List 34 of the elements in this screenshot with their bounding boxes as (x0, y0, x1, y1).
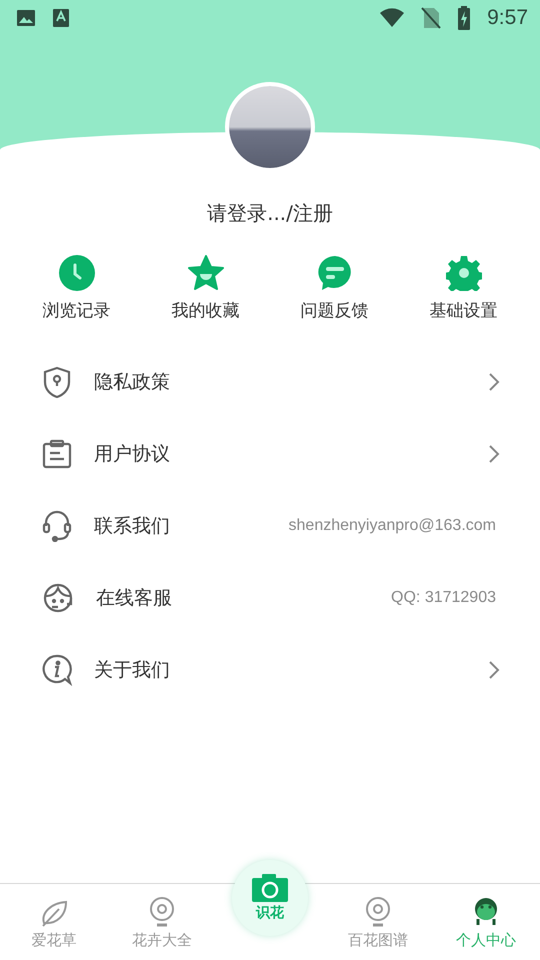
webcam-icon (149, 897, 175, 927)
chat-bubble-icon (316, 255, 352, 291)
battery-charging-icon (457, 6, 472, 30)
no-sim-icon (421, 7, 442, 29)
quick-action[interactable]: 基础设置 (414, 255, 514, 322)
menu-label: 用户协议 (94, 442, 171, 467)
status-time: 9:57 (487, 6, 528, 30)
shield-icon (42, 366, 72, 398)
chevron-right-icon (488, 660, 500, 680)
star-icon (186, 255, 224, 291)
menu-value: QQ: 31712903 (391, 589, 496, 607)
clock-icon (58, 255, 94, 291)
login-link[interactable]: 请登录.../注册 (207, 200, 333, 227)
quick-action[interactable]: 我的收藏 (156, 255, 256, 322)
menu-label: 联系我们 (94, 514, 171, 539)
support-agent-icon (42, 582, 74, 614)
menu-label: 关于我们 (94, 658, 171, 683)
image-icon (16, 8, 36, 28)
headset-icon (42, 510, 72, 542)
robot-face-icon (473, 897, 499, 927)
menu-label: 隐私政策 (94, 370, 171, 395)
clipboard-icon (42, 439, 72, 469)
settings-icon (446, 255, 482, 291)
menu-value: shenzhenyiyanpro@163.com (288, 517, 496, 535)
menu-label: 在线客服 (96, 586, 173, 611)
quick-action[interactable]: 问题反馈 (284, 255, 384, 322)
webcam-icon (365, 897, 391, 927)
chevron-right-icon (488, 372, 500, 392)
camera-icon (252, 874, 288, 902)
chevron-right-icon (488, 444, 500, 464)
text-a-icon (52, 8, 70, 28)
info-icon (42, 654, 72, 686)
wifi-icon (379, 8, 406, 28)
quick-action[interactable]: 浏览记录 (26, 255, 126, 322)
